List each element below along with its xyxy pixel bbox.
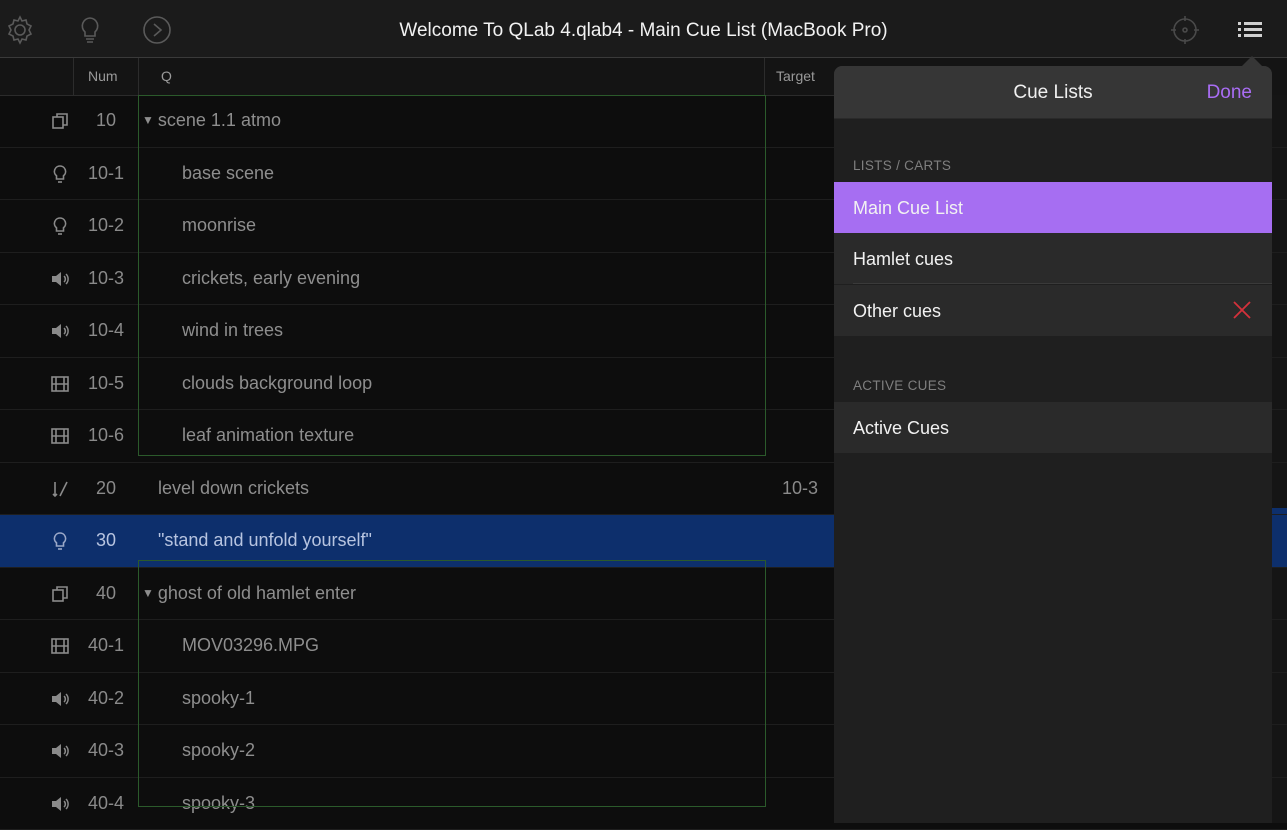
list-item-label: Active Cues bbox=[853, 418, 949, 439]
cue-name: wind in trees bbox=[182, 320, 283, 341]
locate-icon[interactable] bbox=[1169, 14, 1201, 46]
cue-name: moonrise bbox=[182, 215, 256, 236]
cue-name: ▼ scene 1.1 atmo bbox=[142, 110, 281, 131]
cue-number: 10-4 bbox=[78, 320, 134, 341]
cue-number: 10-5 bbox=[78, 373, 134, 394]
divider bbox=[853, 283, 1272, 284]
list-item-active-cues[interactable]: Active Cues bbox=[834, 402, 1272, 453]
list-item-main-cue-list[interactable]: Main Cue List bbox=[834, 182, 1272, 233]
q-column-header[interactable]: Q bbox=[161, 68, 172, 84]
column-divider bbox=[138, 58, 139, 95]
cue-name: "stand and unfold yourself" bbox=[158, 530, 372, 551]
cue-number: 10-3 bbox=[78, 268, 134, 289]
video-icon bbox=[50, 636, 70, 656]
video-icon bbox=[50, 426, 70, 446]
section-label-active: ACTIVE CUES bbox=[853, 378, 946, 393]
cue-name: level down crickets bbox=[158, 478, 309, 499]
group-icon bbox=[50, 584, 70, 604]
cue-number: 30 bbox=[78, 530, 134, 551]
group-icon bbox=[50, 111, 70, 131]
audio-icon bbox=[50, 794, 70, 814]
audio-icon bbox=[50, 689, 70, 709]
num-column-header[interactable]: Num bbox=[88, 68, 118, 84]
cue-number: 40-3 bbox=[78, 740, 134, 761]
target-column-header[interactable]: Target bbox=[776, 68, 815, 84]
window-title: Welcome To QLab 4.qlab4 - Main Cue List … bbox=[0, 0, 1287, 57]
cue-name: MOV03296.MPG bbox=[182, 635, 319, 656]
cue-name: base scene bbox=[182, 163, 274, 184]
fade-icon bbox=[50, 479, 70, 499]
cue-name-text: ghost of old hamlet enter bbox=[158, 583, 356, 603]
cue-number: 10-6 bbox=[78, 425, 134, 446]
cue-number: 10-1 bbox=[78, 163, 134, 184]
cue-target: 10-3 bbox=[782, 478, 818, 499]
cue-number: 40-2 bbox=[78, 688, 134, 709]
cue-number: 10-2 bbox=[78, 215, 134, 236]
cue-name: crickets, early evening bbox=[182, 268, 360, 289]
cue-name: spooky-2 bbox=[182, 740, 255, 761]
column-divider bbox=[764, 58, 765, 95]
cue-name: leaf animation texture bbox=[182, 425, 354, 446]
list-item-label: Main Cue List bbox=[853, 198, 963, 219]
audio-icon bbox=[50, 321, 70, 341]
toolbar: Welcome To QLab 4.qlab4 - Main Cue List … bbox=[0, 0, 1287, 58]
audio-icon bbox=[50, 741, 70, 761]
list-item-hamlet-cues[interactable]: Hamlet cues bbox=[834, 233, 1272, 284]
light-icon bbox=[50, 164, 70, 184]
cue-name: clouds background loop bbox=[182, 373, 372, 394]
list-icon[interactable] bbox=[1234, 14, 1266, 46]
light-icon bbox=[50, 216, 70, 236]
done-button[interactable]: Done bbox=[1207, 82, 1252, 104]
delete-icon[interactable] bbox=[1232, 300, 1252, 320]
cue-number: 20 bbox=[78, 478, 134, 499]
cue-lists-popover: Cue Lists Done LISTS / CARTS Main Cue Li… bbox=[834, 66, 1272, 823]
light-icon bbox=[50, 531, 70, 551]
cue-name: spooky-1 bbox=[182, 688, 255, 709]
cue-name-text: scene 1.1 atmo bbox=[158, 110, 281, 130]
disclosure-triangle-icon[interactable]: ▼ bbox=[142, 113, 154, 127]
cue-number: 40-4 bbox=[78, 793, 134, 814]
cue-number: 40-1 bbox=[78, 635, 134, 656]
audio-icon bbox=[50, 269, 70, 289]
column-divider bbox=[73, 58, 74, 95]
section-label-lists: LISTS / CARTS bbox=[853, 158, 951, 173]
list-item-label: Hamlet cues bbox=[853, 249, 953, 270]
list-item-other-cues[interactable]: Other cues bbox=[834, 285, 1272, 336]
list-item-label: Other cues bbox=[853, 301, 941, 322]
cue-number: 10 bbox=[78, 110, 134, 131]
cue-name: spooky-3 bbox=[182, 793, 255, 814]
popover-header: Cue Lists Done bbox=[834, 66, 1272, 119]
disclosure-triangle-icon[interactable]: ▼ bbox=[142, 586, 154, 600]
video-icon bbox=[50, 374, 70, 394]
cue-name: ▼ ghost of old hamlet enter bbox=[142, 583, 356, 604]
cue-number: 40 bbox=[78, 583, 134, 604]
